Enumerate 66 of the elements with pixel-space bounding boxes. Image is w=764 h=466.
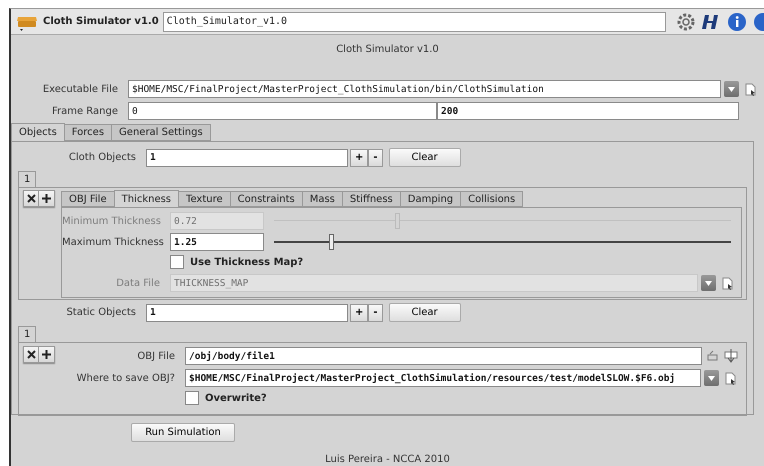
checkbox[interactable] [170, 255, 184, 269]
field-label: Static Objects [65, 307, 137, 318]
tab[interactable]: Forces [64, 124, 112, 141]
info-icon[interactable] [726, 12, 748, 32]
start-frame-field[interactable]: 0 [128, 102, 437, 120]
add-remove-buttons[interactable] [23, 190, 55, 207]
plus-icon[interactable] [42, 350, 51, 359]
field-label: Frame Range [50, 106, 119, 116]
caret-icon [705, 280, 712, 286]
panel-title: Cloth Simulator v1.0 [335, 43, 440, 57]
file-icon[interactable] [745, 82, 756, 96]
close-icon[interactable] [26, 194, 36, 203]
name-field[interactable]: Cloth_Simulator_v1.0 [162, 12, 666, 32]
run-simulation-button[interactable]: Run Simulation [131, 423, 235, 442]
add-remove-buttons[interactable] [23, 346, 55, 363]
dropdown-button[interactable] [704, 370, 719, 386]
instance-tab[interactable]: 1 [18, 326, 36, 342]
instance-tab[interactable]: 1 [18, 171, 36, 187]
field-label: Cloth Objects [68, 152, 137, 163]
app-title: Cloth Simulator v1.0 [43, 16, 159, 27]
dropdown-button[interactable] [701, 275, 716, 291]
tab[interactable]: Constraints [230, 191, 303, 207]
slider-thumb[interactable] [329, 234, 334, 250]
plus-icon[interactable] [42, 194, 51, 203]
field-label: Where to save OBJ? [76, 372, 176, 384]
end-frame-field[interactable]: 200 [437, 102, 739, 120]
field-label: Data File [115, 278, 161, 288]
count-field[interactable]: 1 [146, 148, 348, 166]
tab[interactable]: Objects [11, 123, 65, 141]
checkbox-label: Use Thickness Map? [190, 256, 304, 268]
field-label: Executable File [42, 84, 119, 94]
close-icon[interactable] [26, 350, 36, 359]
checkbox[interactable] [185, 391, 199, 405]
file-icon[interactable] [722, 276, 733, 290]
count-field[interactable]: 1 [146, 304, 348, 322]
increment-button[interactable]: + [350, 304, 368, 322]
decrement-button[interactable]: - [368, 304, 383, 322]
tab[interactable]: Texture [178, 191, 231, 207]
thickness-field[interactable]: 1.25 [170, 233, 264, 251]
tab[interactable]: General Settings [111, 124, 211, 141]
thickness-field: 0.72 [170, 212, 264, 230]
help-icon[interactable] [752, 12, 764, 32]
increment-button[interactable]: + [350, 148, 368, 166]
data-file-field: THICKNESS_MAP [170, 274, 698, 292]
clear-button[interactable]: Clear [388, 148, 461, 167]
decrement-button[interactable]: - [368, 148, 383, 166]
obj-file-field[interactable]: /obj/body/file1 [185, 347, 702, 365]
tab[interactable]: Damping [400, 191, 462, 207]
tab[interactable]: Collisions [460, 191, 524, 207]
slider-track[interactable] [274, 234, 731, 250]
tab[interactable]: Stiffness [342, 191, 401, 207]
save-path-field[interactable]: $HOME/MSC/FinalProject/MasterProject_ClothSimulation/resources/test/modelSLOW.$F6.obj [185, 369, 701, 387]
field-label: Maximum Thickness [62, 236, 165, 248]
file-icon[interactable] [725, 372, 736, 384]
tab[interactable]: Mass [302, 191, 343, 207]
path-field[interactable]: $HOME/MSC/FinalProject/MasterProject_ClothSimulation/bin/ClothSimulation [128, 80, 721, 98]
checkbox-label: Overwrite? [205, 392, 267, 404]
export-icon[interactable] [724, 349, 738, 363]
field-label: Minimum Thickness [62, 216, 162, 226]
footer-credit: Luis Pereira - NCCA 2010 [324, 454, 451, 465]
clear-button[interactable]: Clear [388, 303, 461, 322]
tab[interactable]: OBJ File [61, 191, 115, 207]
caret-icon [708, 376, 715, 380]
caret-icon [728, 86, 735, 92]
field-label: OBJ File [136, 350, 176, 362]
dropdown-button[interactable] [724, 81, 739, 97]
